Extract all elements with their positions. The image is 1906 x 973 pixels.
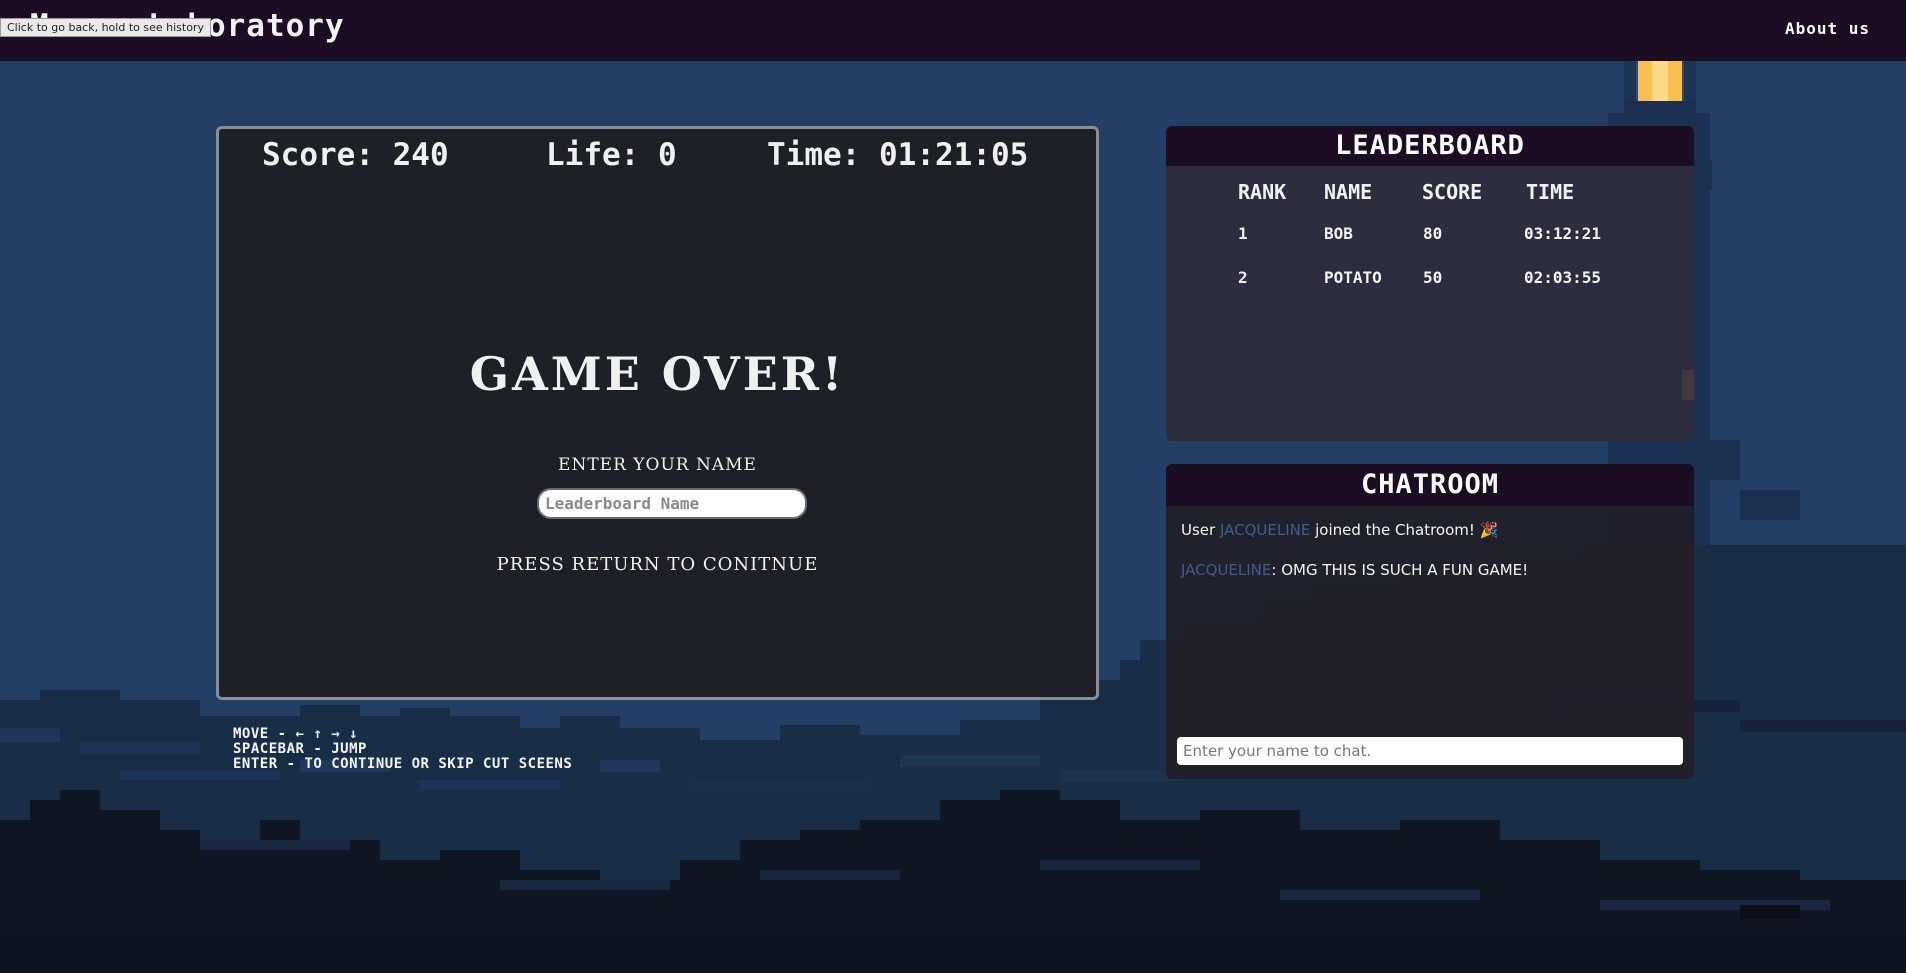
leaderboard-title: LEADERBOARD — [1166, 126, 1694, 166]
score-cell: 50 — [1423, 268, 1443, 287]
controls-move: MOVE - ← ↑ → ↓ — [233, 726, 359, 742]
column-header-name: NAME — [1324, 180, 1373, 204]
chat-message: JACQUELINE: OMG THIS IS SUCH A FUN GAME! — [1181, 561, 1528, 579]
column-header-rank: RANK — [1238, 180, 1287, 204]
game-controls-help: MOVE - ← ↑ → ↓ SPACEBAR - JUMP ENTER - T… — [233, 727, 572, 772]
column-header-time: TIME — [1526, 180, 1575, 204]
time-display: Time: 01:21:05 — [767, 137, 1029, 173]
game-canvas[interactable]: Score: 240 Life: 0 Time: 01:21:05 GAME O… — [216, 126, 1099, 700]
column-header-score: SCORE — [1422, 180, 1483, 204]
leaderboard-name-input[interactable] — [537, 488, 807, 519]
enter-name-label: ENTER YOUR NAME — [558, 455, 757, 475]
chatroom-title: CHATROOM — [1166, 464, 1694, 506]
chat-username[interactable]: JACQUELINE — [1220, 521, 1310, 539]
chat-message-text: joined the Chatroom! 🎉 — [1310, 521, 1499, 539]
chat-message: User JACQUELINE joined the Chatroom! 🎉 — [1181, 521, 1498, 539]
chat-message-text: : OMG THIS IS SUCH A FUN GAME! — [1271, 561, 1529, 579]
score-cell: 80 — [1423, 224, 1443, 243]
chat-username[interactable]: JACQUELINE — [1181, 561, 1271, 579]
chatroom-panel: CHATROOM User JACQUELINE joined the Chat… — [1166, 464, 1694, 779]
rank-cell: 1 — [1238, 224, 1248, 243]
name-cell: POTATO — [1324, 268, 1382, 287]
about-us-link[interactable]: About us — [1785, 19, 1870, 38]
name-cell: BOB — [1324, 224, 1353, 243]
press-return-prompt: PRESS RETURN TO CONITNUE — [496, 554, 819, 575]
game-over-heading: GAME OVER! — [469, 347, 846, 401]
controls-jump: SPACEBAR - JUMP — [233, 741, 367, 757]
score-display: Score: 240 — [262, 137, 449, 173]
controls-enter: ENTER - TO CONTINUE OR SKIP CUT SCEENS — [233, 756, 573, 772]
rank-cell: 2 — [1238, 268, 1248, 287]
time-cell: 02:03:55 — [1524, 268, 1602, 287]
leaderboard-panel: LEADERBOARD RANK NAME SCORE TIME 1 BOB 8… — [1166, 126, 1694, 441]
top-nav-bar: Mouse Laboratory About us — [0, 0, 1906, 61]
back-button-tooltip: Click to go back, hold to see history — [0, 18, 211, 37]
chat-message-prefix: User — [1181, 521, 1220, 539]
life-display: Life: 0 — [546, 137, 677, 173]
time-cell: 03:12:21 — [1524, 224, 1602, 243]
chat-input[interactable] — [1177, 737, 1683, 765]
